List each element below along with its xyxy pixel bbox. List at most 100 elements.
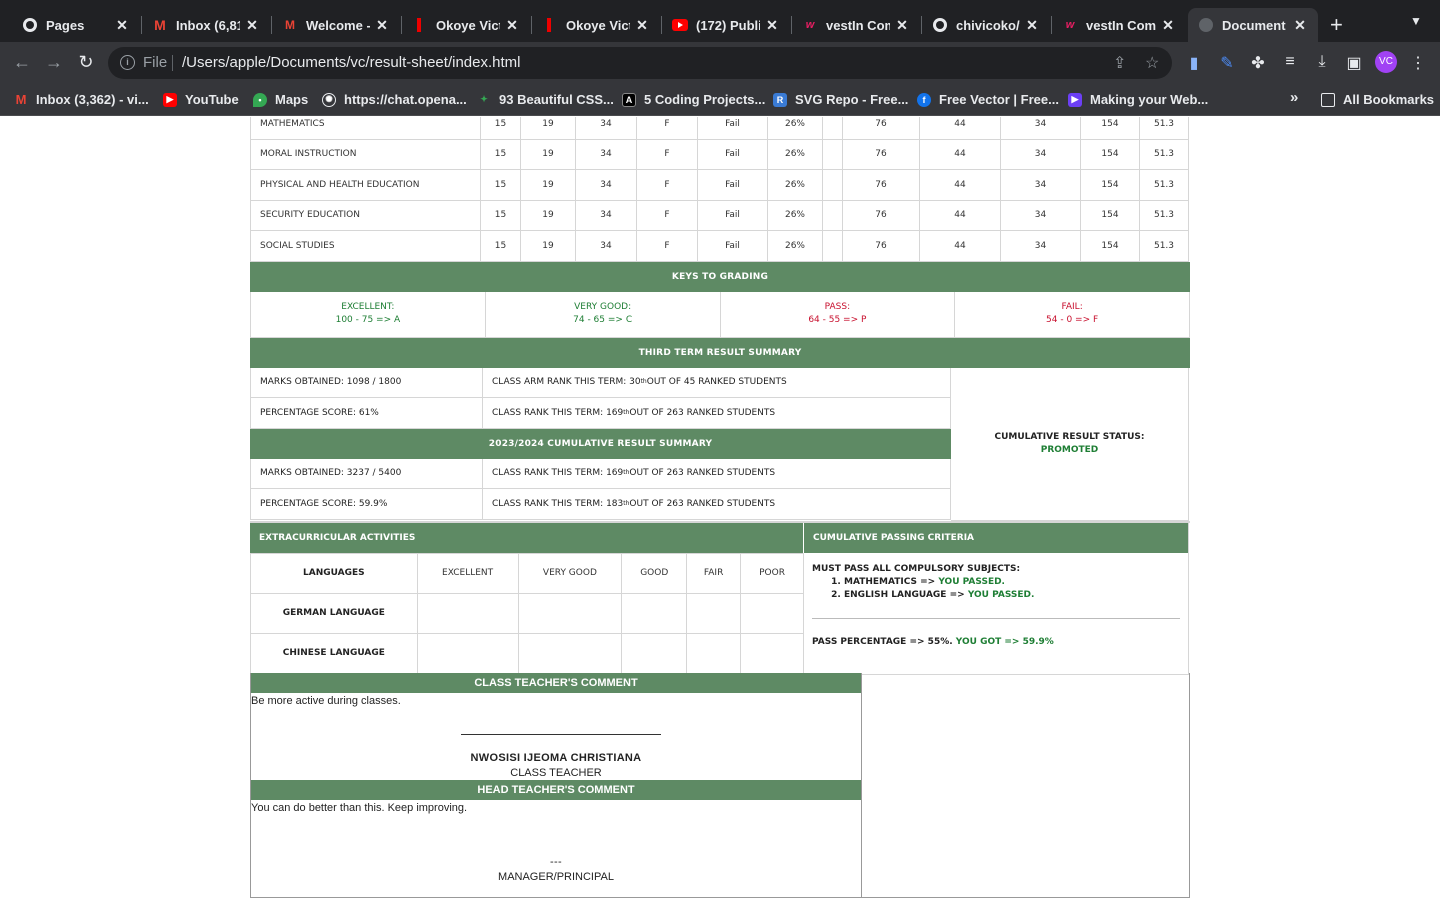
score-cell: 76 <box>842 138 920 170</box>
grade-key-very-good: VERY GOOD: 74 - 65 => C <box>485 291 721 338</box>
close-tab-icon[interactable]: ✕ <box>634 17 650 34</box>
score-cell: 154 <box>1080 230 1140 262</box>
download-icon[interactable]: ⤓ <box>1311 53 1333 71</box>
tab-chivicoko[interactable]: chivicoko/vi… ✕ <box>922 8 1050 42</box>
subject-name: MATHEMATICS <box>250 117 481 140</box>
docs-extension-icon[interactable]: ▮ <box>1183 53 1205 73</box>
score-cell <box>822 199 843 231</box>
score-cell: F <box>636 199 698 231</box>
grade-key-fail: FAIL: 54 - 0 => F <box>955 291 1190 338</box>
address-bar[interactable]: i File /Users/apple/Documents/vc/result-… <box>108 47 1172 79</box>
cumulative-row-2: PERCENTAGE SCORE: 59.9% CLASS RANK THIS … <box>250 489 951 520</box>
score-cell: Fail <box>697 230 768 262</box>
score-cell: Fail <box>697 138 768 170</box>
tab-okoye-1[interactable]: Okoye Victo… ✕ <box>402 8 530 42</box>
forward-arrow-icon[interactable]: → <box>43 52 65 73</box>
subject-name: MORAL INSTRUCTION <box>250 138 481 170</box>
activities-table: LANGUAGES EXCELLENT VERY GOOD GOOD FAIR … <box>250 552 804 674</box>
reload-icon[interactable]: ↻ <box>75 52 97 73</box>
grading-keys: EXCELLENT: 100 - 75 => A VERY GOOD: 74 - 6… <box>250 291 1190 338</box>
bookmark-css[interactable]: ✦ 93 Beautiful CSS... <box>477 92 614 107</box>
close-tab-icon[interactable]: ✕ <box>764 17 780 34</box>
tab-pages[interactable]: Pages ✕ <box>12 8 140 42</box>
tab-okoye-2[interactable]: Okoye Victo… ✕ <box>532 8 660 42</box>
score-cell: 19 <box>520 138 576 170</box>
subject-name: PHYSICAL AND HEALTH EDUCATION <box>250 169 481 201</box>
bookmark-maps[interactable]: • Maps <box>253 92 308 107</box>
result-sheet: MATHEMATICS 15 19 34 F Fail 26% 76 44 34 154 51.3 MO… <box>250 117 1190 898</box>
all-bookmarks[interactable]: All Bookmarks <box>1321 92 1434 107</box>
class-arm-rank: CLASS ARM RANK THIS TERM: 30th OUT OF 45… <box>483 367 951 397</box>
criteria-intro: MUST PASS ALL COMPULSORY SUBJECTS: <box>812 563 1021 574</box>
vestin-icon: w <box>1065 19 1075 31</box>
tab-vestin-1[interactable]: w vestIn Comp… ✕ <box>792 8 920 42</box>
score-cell: 154 <box>1080 117 1140 140</box>
score-cell: 34 <box>1000 199 1081 231</box>
head-teacher-role: MANAGER/PRINCIPAL <box>498 870 614 883</box>
score-cell: F <box>636 117 698 140</box>
table-row: MORAL INSTRUCTION 15 19 34 F Fail 26% 76 44 34 154… <box>250 138 1189 170</box>
col-poor: POOR <box>740 552 804 594</box>
bookmark-web[interactable]: ▶ Making your Web... <box>1068 92 1208 107</box>
bookmark-svgrepo[interactable]: R SVG Repo - Free... <box>773 92 908 107</box>
score-cell: 15 <box>480 138 521 170</box>
score-cell: 34 <box>575 230 637 262</box>
web-icon: ▶ <box>1068 92 1082 107</box>
score-cell: 26% <box>767 169 823 201</box>
tab-inbox[interactable]: M Inbox (6,81… ✕ <box>142 8 270 42</box>
bookmark-chatgpt[interactable]: ✺ https://chat.opena... <box>322 92 467 107</box>
side-panel-icon[interactable]: ▣ <box>1343 53 1365 73</box>
bookmark-inbox[interactable]: M Inbox (3,362) - vi... <box>14 92 149 107</box>
colorzilla-extension-icon[interactable]: ✎ <box>1216 53 1238 73</box>
table-row: SOCIAL STUDIES 15 19 34 F Fail 26% 76 44 34 154 51.… <box>250 230 1189 262</box>
back-arrow-icon[interactable]: ← <box>11 52 33 73</box>
activity-chinese: CHINESE LANGUAGE <box>250 632 418 674</box>
close-tab-icon[interactable]: ✕ <box>374 17 390 34</box>
puzzle-extensions-icon[interactable]: ✤ <box>1247 53 1269 73</box>
score-cell: 51.3 <box>1139 230 1189 262</box>
score-cell: 19 <box>520 169 576 201</box>
close-tab-icon[interactable]: ✕ <box>244 17 260 34</box>
score-cell <box>822 117 843 140</box>
new-tab-icon[interactable]: + <box>1330 12 1343 38</box>
youtube-icon: ▶ <box>163 92 177 107</box>
bookmarks-overflow-chevron[interactable]: » <box>1290 89 1298 106</box>
cumulative-percentage: PERCENTAGE SCORE: 59.9% <box>250 489 483 519</box>
class-rank: CLASS RANK THIS TERM: 169th OUT OF 263 R… <box>483 398 951 428</box>
divider <box>812 617 1180 619</box>
bookmark-coding[interactable]: A5 Coding Projects... <box>622 92 765 107</box>
score-cell: 34 <box>1000 230 1081 262</box>
tab-document[interactable]: Document ✕ <box>1188 8 1318 42</box>
status-value: PROMOTED <box>1040 444 1099 455</box>
close-tab-icon[interactable]: ✕ <box>1292 17 1308 34</box>
activities-header-row: LANGUAGES EXCELLENT VERY GOOD GOOD FAIR … <box>250 552 804 594</box>
profile-avatar[interactable]: VC <box>1375 51 1397 73</box>
svgrepo-icon: R <box>773 92 787 107</box>
css-icon: ✦ <box>480 94 488 104</box>
tab-welcome[interactable]: M Welcome - … ✕ <box>272 8 400 42</box>
cumulative-rank-2: CLASS RANK THIS TERM: 183th OUT OF 263 R… <box>483 489 951 519</box>
url-text[interactable]: /Users/apple/Documents/vc/result-sheet/i… <box>182 54 520 71</box>
close-tab-icon[interactable]: ✕ <box>1160 17 1176 34</box>
close-tab-icon[interactable]: ✕ <box>1024 17 1040 34</box>
bookmark-youtube[interactable]: ▶ YouTube <box>163 92 239 107</box>
class-teacher-comment: Be more active during classes. <box>251 694 401 707</box>
tab-search-chevron-icon[interactable]: ▼ <box>1410 14 1422 28</box>
close-tab-icon[interactable]: ✕ <box>114 17 130 34</box>
score-cell: 44 <box>919 230 1001 262</box>
kebab-menu-icon[interactable]: ⋮ <box>1407 53 1429 73</box>
tab-vestin-2[interactable]: w vestIn Comp… ✕ <box>1052 8 1186 42</box>
info-icon[interactable]: i <box>120 55 135 70</box>
share-icon[interactable]: ⇪ <box>1113 53 1126 73</box>
tab-youtube[interactable]: (172) Publis… ✕ <box>662 8 790 42</box>
score-cell: 34 <box>1000 138 1081 170</box>
score-cell: 34 <box>1000 117 1081 140</box>
bookmark-star-icon[interactable]: ☆ <box>1145 53 1159 73</box>
close-tab-icon[interactable]: ✕ <box>504 17 520 34</box>
bookmark-freepik[interactable]: f Free Vector | Free... <box>917 92 1059 107</box>
activity-german: GERMAN LANGUAGE <box>250 592 418 634</box>
media-queue-icon[interactable]: ≡ <box>1279 53 1301 71</box>
close-tab-icon[interactable]: ✕ <box>894 17 910 34</box>
red-bar-icon <box>412 17 428 33</box>
score-cell: 19 <box>520 230 576 262</box>
